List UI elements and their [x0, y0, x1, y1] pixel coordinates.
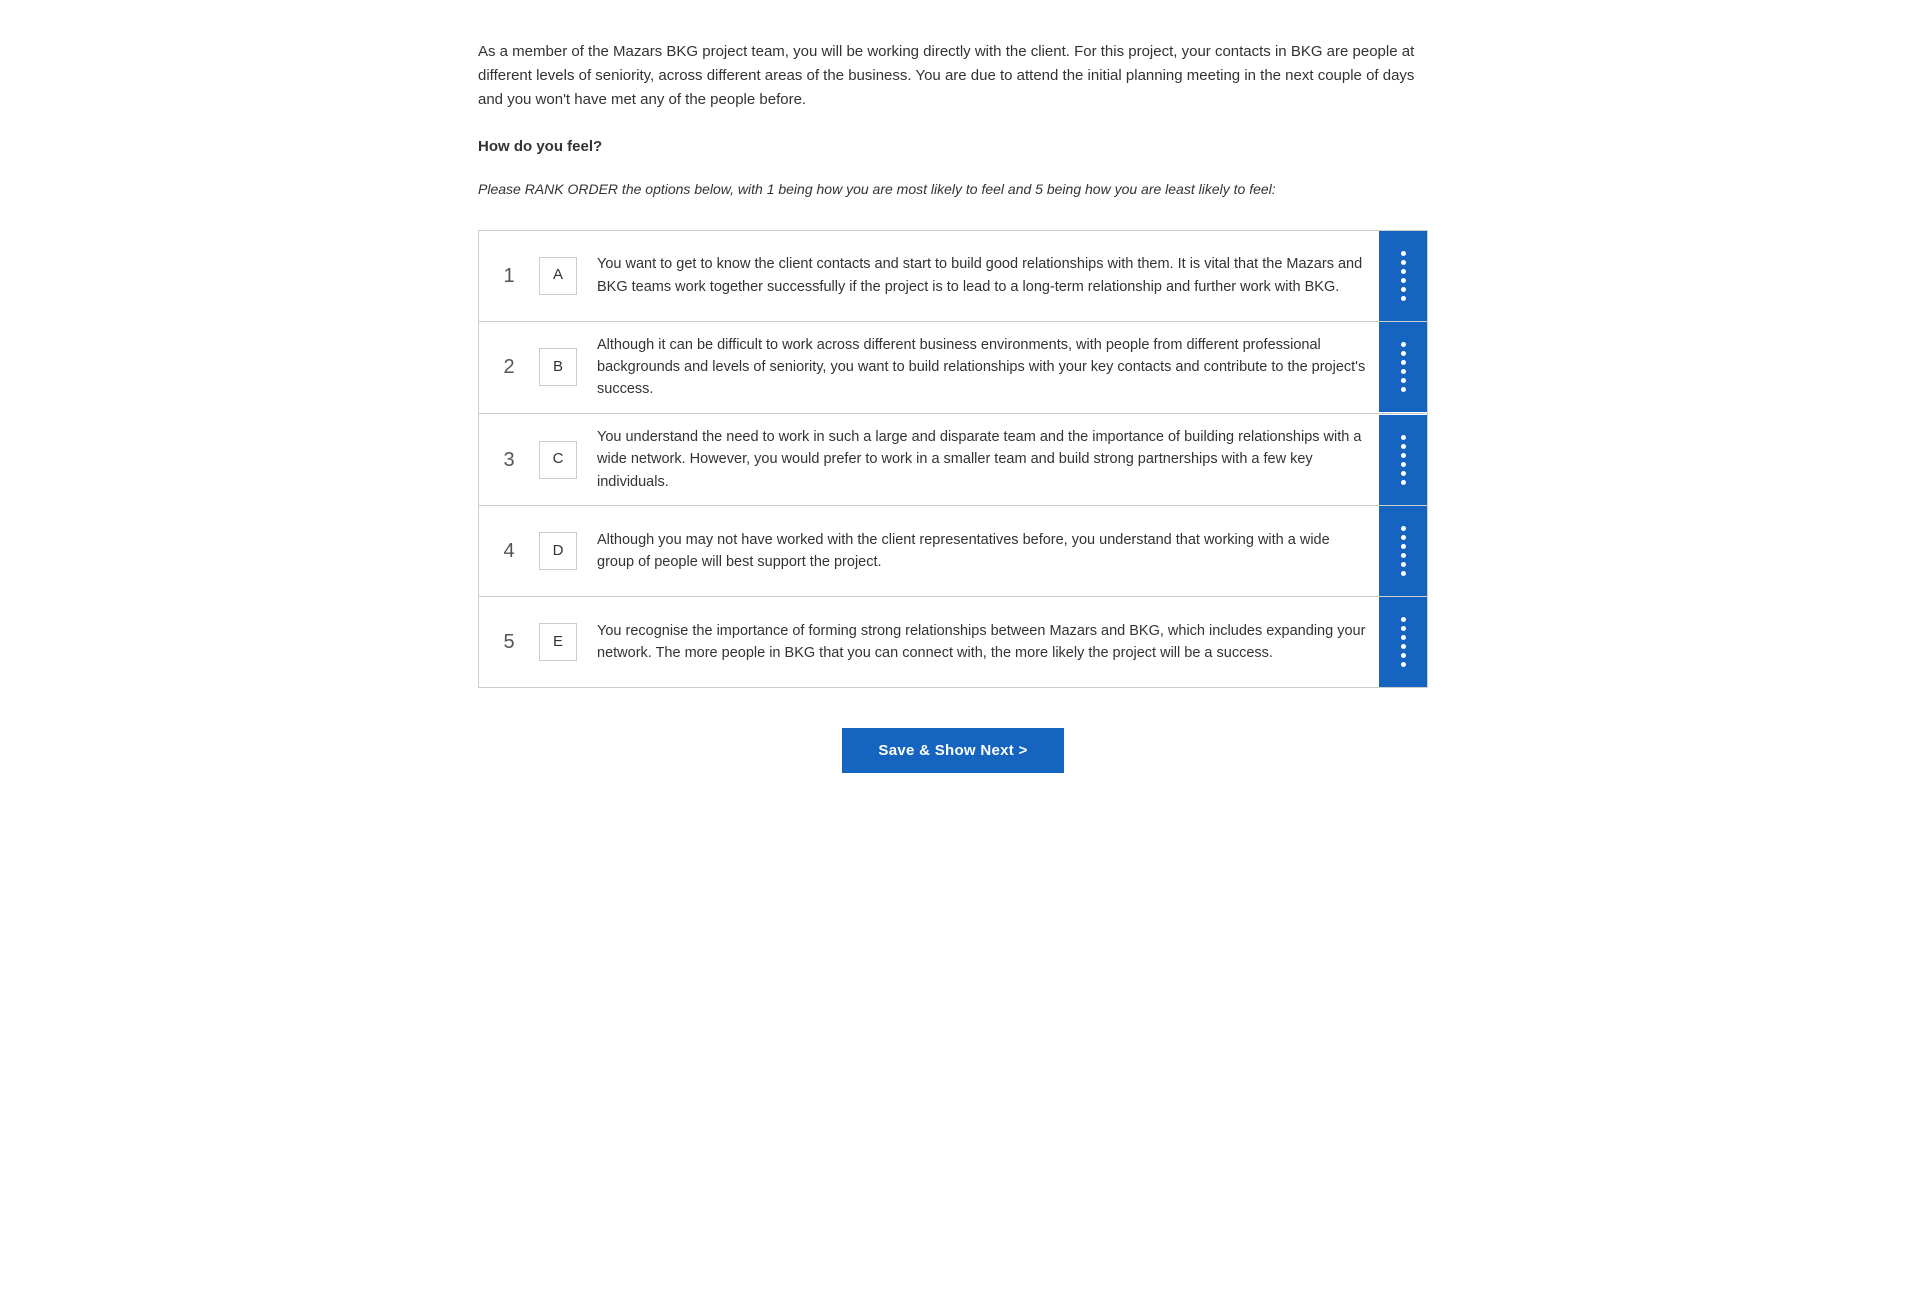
- ranking-list: 1 A You want to get to know the client c…: [478, 230, 1428, 689]
- drag-dots-icon: [1401, 342, 1406, 392]
- option-letter-box: A: [539, 257, 577, 295]
- option-text: Although you may not have worked with th…: [597, 517, 1379, 586]
- drag-handle[interactable]: [1379, 506, 1427, 596]
- option-letter-box: B: [539, 348, 577, 386]
- ranking-item: 3 C You understand the need to work in s…: [478, 413, 1428, 505]
- rank-number: 3: [479, 435, 539, 485]
- rank-number: 5: [479, 617, 539, 667]
- ranking-item: 1 A You want to get to know the client c…: [478, 230, 1428, 321]
- option-letter-box: C: [539, 441, 577, 479]
- question-label: How do you feel?: [478, 136, 1428, 159]
- rank-number: 2: [479, 342, 539, 392]
- option-text: You want to get to know the client conta…: [597, 241, 1379, 310]
- drag-handle[interactable]: [1379, 231, 1427, 321]
- rank-number: 1: [479, 251, 539, 301]
- page-container: As a member of the Mazars BKG project te…: [428, 0, 1478, 833]
- drag-handle[interactable]: [1379, 322, 1427, 412]
- option-text: You recognise the importance of forming …: [597, 608, 1379, 677]
- instruction-text: Please RANK ORDER the options below, wit…: [478, 179, 1428, 200]
- drag-dots-icon: [1401, 617, 1406, 667]
- drag-handle[interactable]: [1379, 597, 1427, 687]
- option-text: Although it can be difficult to work acr…: [597, 322, 1379, 413]
- drag-handle[interactable]: [1379, 415, 1427, 505]
- option-letter-box: D: [539, 532, 577, 570]
- ranking-item: 4 D Although you may not have worked wit…: [478, 505, 1428, 596]
- ranking-item: 2 B Although it can be difficult to work…: [478, 321, 1428, 413]
- drag-dots-icon: [1401, 526, 1406, 576]
- intro-text: As a member of the Mazars BKG project te…: [478, 40, 1428, 112]
- option-letter-box: E: [539, 623, 577, 661]
- rank-number: 4: [479, 526, 539, 576]
- drag-dots-icon: [1401, 435, 1406, 485]
- save-show-next-button[interactable]: Save & Show Next >: [842, 728, 1063, 773]
- drag-dots-icon: [1401, 251, 1406, 301]
- ranking-item: 5 E You recognise the importance of form…: [478, 596, 1428, 688]
- option-text: You understand the need to work in such …: [597, 414, 1379, 505]
- save-button-container: Save & Show Next >: [478, 728, 1428, 773]
